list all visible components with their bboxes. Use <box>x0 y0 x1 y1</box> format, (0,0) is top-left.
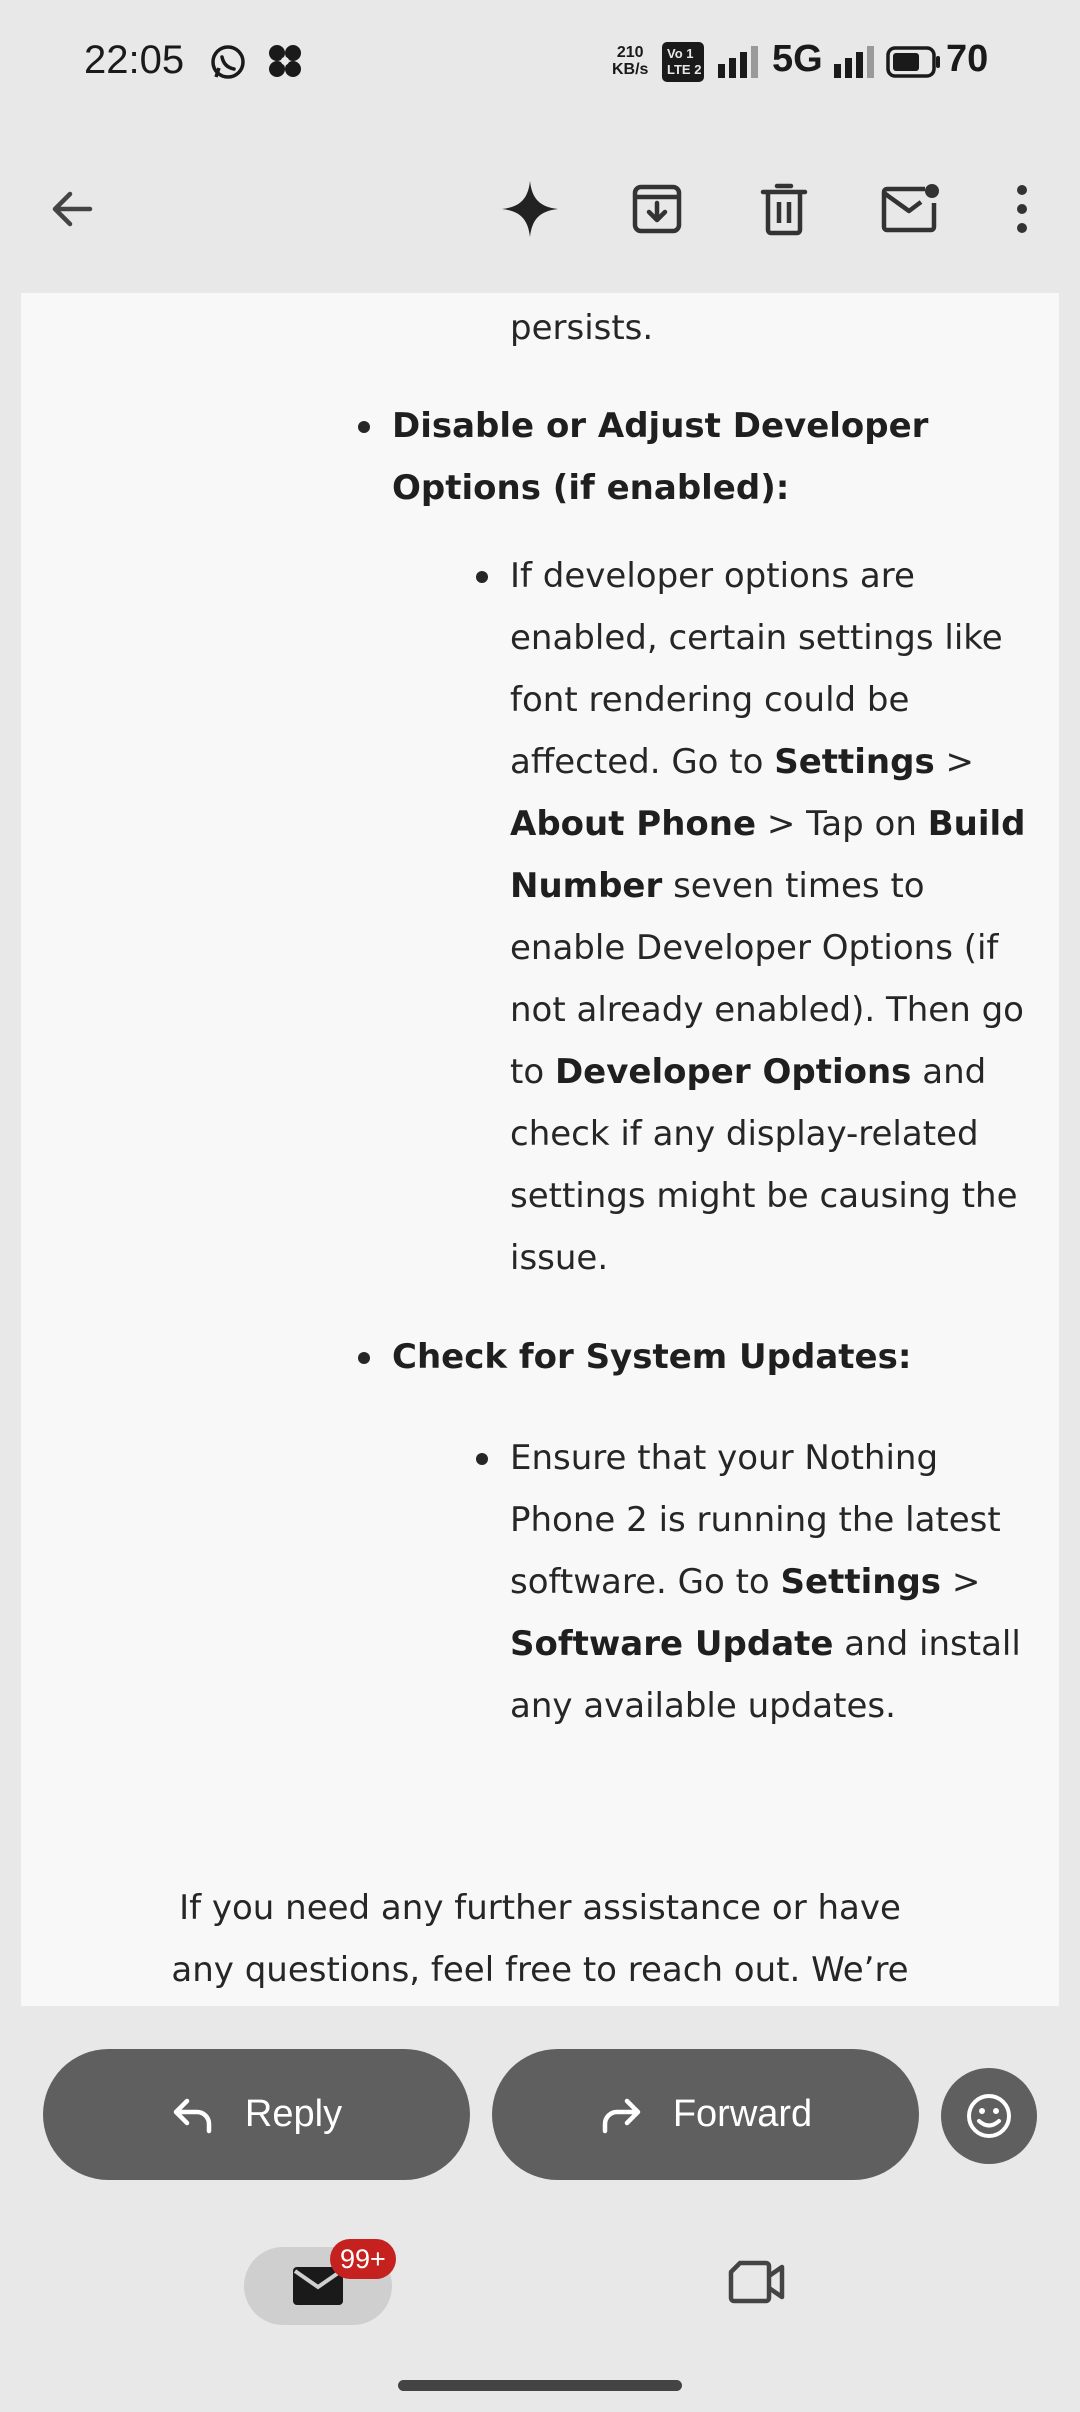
mark-unread-button[interactable] <box>871 169 951 249</box>
heading-line: Check for System Updates: <box>392 1337 912 1377</box>
bold-text: Settings <box>780 1562 942 1602</box>
body-text: any questions, feel free to reach out. W… <box>171 1950 909 1990</box>
bullet-dot <box>476 571 488 583</box>
body-text: and install <box>833 1624 1021 1664</box>
body-text: If you need any further assistance or ha… <box>179 1888 901 1928</box>
app-notification-icon <box>266 42 304 84</box>
speed-value: 210 <box>616 44 644 61</box>
forward-icon <box>602 2098 641 2133</box>
signal-icon <box>716 44 760 84</box>
body-text: affected. Go to <box>510 742 775 782</box>
bullet-dot <box>476 1453 488 1465</box>
more-vert-icon <box>1017 185 1027 233</box>
gesture-home-indicator[interactable] <box>398 2380 682 2391</box>
email-toolbar <box>0 125 1080 293</box>
body-text: > Tap on <box>756 804 928 844</box>
system-updates-heading: Check for System Updates: <box>392 1326 911 1388</box>
bold-text: About Phone <box>510 804 757 844</box>
signal-icon-2 <box>832 44 876 84</box>
unread-count-badge: 99+ <box>330 2239 396 2279</box>
body-text: settings might be causing the <box>510 1176 1018 1216</box>
body-text: Phone 2 is running the latest <box>510 1500 1001 1540</box>
network-type: 5G <box>772 38 823 80</box>
system-updates-paragraph: Ensure that your Nothing Phone 2 is runn… <box>510 1427 1021 1737</box>
body-text: any available updates. <box>510 1686 896 1726</box>
bold-text: Software Update <box>510 1624 834 1664</box>
body-text: Ensure that your Nothing <box>510 1438 939 1478</box>
body-text: font rendering could be <box>510 680 910 720</box>
body-text: seven times to <box>662 866 925 906</box>
smiley-icon <box>967 2094 1011 2138</box>
delete-button[interactable] <box>744 169 824 249</box>
body-text: not already enabled). Then go <box>510 990 1024 1030</box>
archive-icon <box>632 184 682 234</box>
body-text: issue. <box>510 1238 609 1278</box>
body-text: > <box>934 742 975 782</box>
body-text: check if any display-related <box>510 1114 979 1154</box>
body-text: enabled, certain settings like <box>510 618 1003 658</box>
whatsapp-icon <box>208 42 248 86</box>
body-text: persists. <box>510 308 654 348</box>
volte-line1: Vo 1 <box>667 46 694 61</box>
status-bar: 22:05 210 KB/s Vo 1 LTE 2 5G 70 <box>0 0 1080 125</box>
delete-icon <box>760 183 808 236</box>
reply-icon <box>173 2098 212 2133</box>
bottom-navigation: 99+ <box>0 2221 1080 2412</box>
archive-button[interactable] <box>617 169 697 249</box>
forward-label: Forward <box>672 2093 813 2135</box>
bold-text: Build <box>927 804 1026 844</box>
bold-text: Settings <box>774 742 935 782</box>
developer-options-paragraph: If developer options are enabled, certai… <box>510 545 1025 1289</box>
bullet-dot <box>358 1352 370 1364</box>
email-body: persists. Disable or Adjust Developer Op… <box>21 293 1059 2006</box>
heading-line: Disable or Adjust Developer <box>392 406 929 446</box>
emoji-reaction-button[interactable] <box>941 2068 1037 2164</box>
heading-line: Options (if enabled): <box>392 468 790 508</box>
back-button[interactable] <box>32 169 112 249</box>
bold-text: Developer Options <box>554 1052 912 1092</box>
volte-line2: LTE 2 <box>667 62 702 77</box>
battery-percent: 70 <box>946 38 989 80</box>
body-text: If developer options are <box>510 556 915 596</box>
forward-button[interactable]: Forward <box>492 2049 919 2180</box>
closing-paragraph: If you need any further assistance or ha… <box>171 1877 909 2001</box>
body-text: enable Developer Options (if <box>510 928 999 968</box>
body-text: to <box>510 1052 555 1092</box>
reply-label: Reply <box>244 2093 343 2135</box>
volte-badge: Vo 1 LTE 2 <box>662 42 704 82</box>
speed-unit: KB/s <box>612 61 649 78</box>
mark-unread-icon <box>881 184 939 233</box>
status-time: 22:05 <box>84 38 185 82</box>
body-text: and <box>911 1052 987 1092</box>
bold-text: Number <box>510 866 663 906</box>
reply-button[interactable]: Reply <box>43 2049 470 2180</box>
more-options-button[interactable] <box>982 169 1062 249</box>
bullet-dot <box>358 421 370 433</box>
gemini-button[interactable] <box>490 169 570 249</box>
network-speed: 210 KB/s <box>612 44 648 78</box>
video-camera-icon <box>728 2260 785 2304</box>
developer-options-heading: Disable or Adjust Developer Options (if … <box>392 395 928 519</box>
body-text: software. Go to <box>510 1562 781 1602</box>
nav-meet[interactable] <box>728 2259 786 2309</box>
gemini-sparkle-icon <box>502 181 558 237</box>
back-arrow-icon <box>52 191 93 227</box>
body-text: > <box>941 1562 981 1602</box>
battery-icon <box>886 46 942 82</box>
reply-actions-bar: Reply Forward <box>0 2006 1080 2221</box>
